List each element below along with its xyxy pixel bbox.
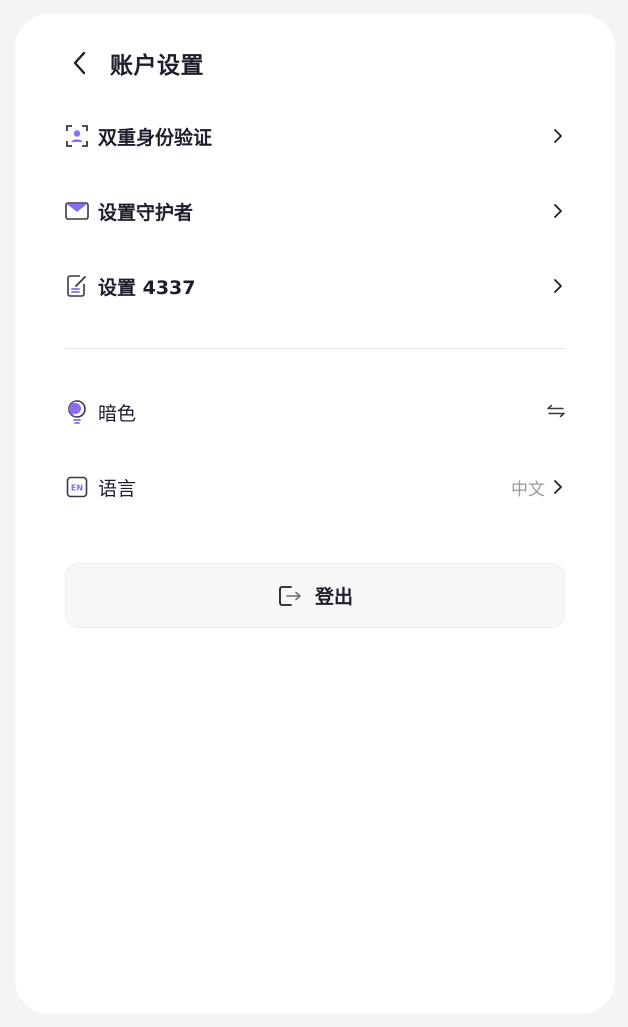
document-edit-icon — [65, 274, 89, 298]
menu-item-guardian[interactable]: 设置守护者 — [65, 191, 565, 231]
logout-icon — [277, 583, 303, 609]
header: 账户设置 — [65, 44, 204, 82]
pref-item-dark-mode[interactable]: 暗色 — [65, 392, 565, 432]
pref-item-language[interactable]: EN 语言 中文 — [65, 467, 565, 507]
user-scan-icon — [65, 124, 89, 148]
chevron-right-icon — [551, 478, 565, 496]
language-value: 中文 — [511, 479, 545, 500]
swap-icon[interactable] — [547, 403, 565, 422]
chevron-right-icon — [551, 202, 565, 220]
settings-card: 账户设置 双重身份验证 设置守护者 设置 4337 暗色 EN 语言 中文 登出 — [15, 14, 615, 1014]
menu-item-4337[interactable]: 设置 4337 — [65, 266, 565, 306]
chevron-left-icon — [73, 51, 86, 75]
svg-text:EN: EN — [71, 484, 83, 493]
en-icon: EN — [65, 475, 89, 499]
chevron-right-icon — [551, 277, 565, 295]
divider — [65, 348, 565, 349]
menu-item-label: 设置守护者 — [98, 201, 194, 224]
menu-item-label: 双重身份验证 — [98, 126, 213, 149]
back-button[interactable] — [65, 44, 95, 82]
pref-item-label: 语言 — [98, 477, 137, 500]
menu-item-two-factor[interactable]: 双重身份验证 — [65, 116, 565, 156]
menu-item-label: 设置 4337 — [98, 276, 196, 299]
page-title: 账户设置 — [110, 53, 204, 79]
logout-label: 登出 — [314, 586, 353, 608]
bulb-icon — [65, 400, 89, 424]
chevron-right-icon — [551, 127, 565, 145]
envelope-icon — [65, 199, 89, 223]
logout-button[interactable]: 登出 — [65, 563, 565, 628]
pref-item-label: 暗色 — [98, 402, 137, 425]
